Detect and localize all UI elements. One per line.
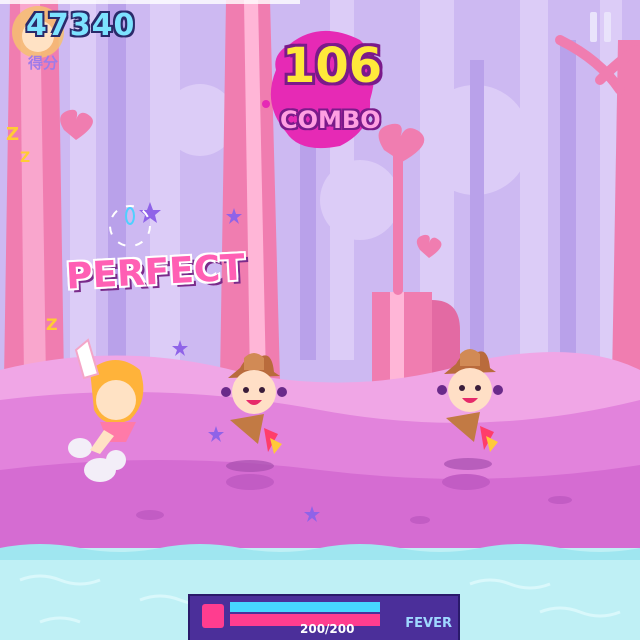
- pause-button[interactable]: [590, 12, 612, 42]
- svg-text:Z: Z: [20, 150, 30, 166]
- combo-label: COMBO: [280, 106, 381, 134]
- heart-icon: [202, 604, 224, 628]
- cowboy-enemy: [221, 353, 287, 472]
- player-character: [68, 338, 144, 482]
- fever-gauge: 200/200 FEVER: [188, 594, 460, 640]
- score-label: 得分: [28, 54, 59, 72]
- pause-icon: [590, 12, 597, 42]
- song-progress-bar: [0, 0, 300, 4]
- background-art: Z Z Z: [0, 0, 640, 640]
- score-value: 47340: [26, 8, 136, 43]
- fever-label: FEVER: [405, 616, 452, 631]
- combo-count: 106: [282, 38, 383, 94]
- cowboy-enemy: [437, 349, 503, 470]
- game-scene: Z Z Z 47340 得分 106 COMBO PERFECT 200/200…: [0, 0, 640, 640]
- svg-text:Z: Z: [46, 315, 58, 334]
- fever-value: 200/200: [300, 622, 355, 636]
- fever-fill-top: [230, 602, 380, 612]
- svg-text:Z: Z: [6, 124, 19, 145]
